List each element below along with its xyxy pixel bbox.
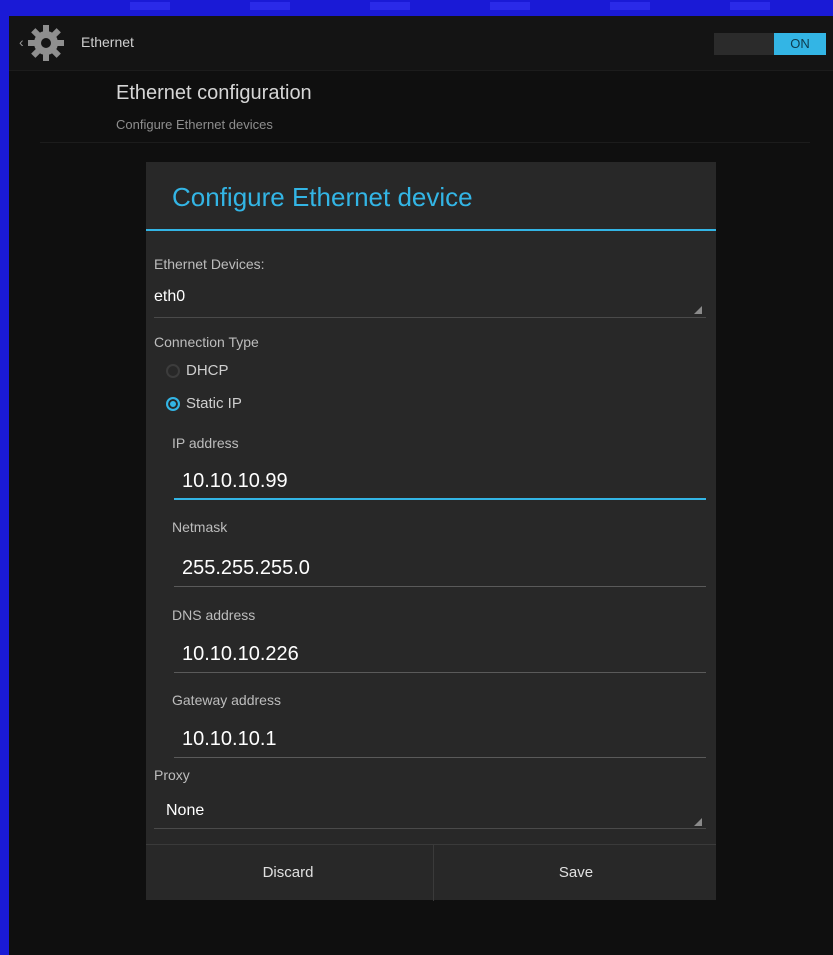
ip-address-underline: [174, 498, 706, 500]
dialog-title: Configure Ethernet device: [172, 182, 473, 212]
status-tick: [370, 2, 410, 10]
configure-dialog: Configure Ethernet device Ethernet Devic…: [146, 162, 716, 901]
connection-type-label: Connection Type: [154, 334, 259, 350]
gateway-address-underline: [174, 757, 706, 758]
window-frame-left: [0, 0, 9, 955]
proxy-label: Proxy: [154, 767, 190, 783]
spinner-underline: [154, 828, 706, 829]
gateway-address-label: Gateway address: [172, 692, 281, 708]
settings-gear-icon[interactable]: [25, 22, 67, 64]
devices-label: Ethernet Devices:: [154, 256, 265, 272]
status-tick: [730, 2, 770, 10]
page-title: Ethernet configuration: [116, 82, 312, 104]
ip-address-label: IP address: [172, 435, 239, 451]
page-subtitle: Configure Ethernet devices: [116, 117, 273, 132]
static-ip-radio-button[interactable]: [166, 397, 180, 411]
status-strip: [0, 0, 833, 16]
device-spinner-value: eth0: [154, 288, 186, 305]
app-title: Ethernet: [81, 34, 134, 50]
status-tick: [610, 2, 650, 10]
status-tick: [490, 2, 530, 10]
dialog-button-bar: Discard Save: [146, 844, 716, 901]
proxy-spinner-value: None: [166, 802, 205, 819]
ethernet-toggle-switch[interactable]: ON: [714, 33, 826, 55]
up-caret-icon[interactable]: ‹: [19, 34, 24, 50]
discard-button[interactable]: Discard: [146, 845, 430, 901]
status-tick: [250, 2, 290, 10]
dialog-title-divider: [146, 229, 716, 231]
spinner-arrow-icon: [694, 306, 702, 314]
netmask-input[interactable]: [172, 552, 712, 584]
spinner-underline: [154, 317, 706, 318]
status-tick: [130, 2, 170, 10]
dns-address-underline: [174, 672, 706, 673]
ip-address-input[interactable]: [172, 465, 712, 497]
switch-on-label: ON: [774, 33, 826, 55]
netmask-underline: [174, 586, 706, 587]
action-bar: ‹ Ethernet ON: [9, 16, 833, 71]
static-ip-radio-label: Static IP: [186, 395, 242, 412]
spinner-arrow-icon: [694, 818, 702, 826]
dhcp-radio-label: DHCP: [186, 362, 229, 379]
header-divider: [40, 142, 810, 143]
netmask-label: Netmask: [172, 519, 228, 535]
dns-address-label: DNS address: [172, 607, 256, 623]
dns-address-input[interactable]: [172, 638, 712, 670]
gateway-address-input[interactable]: [172, 723, 712, 755]
dhcp-radio-button[interactable]: [166, 364, 180, 378]
save-button[interactable]: Save: [434, 845, 718, 901]
